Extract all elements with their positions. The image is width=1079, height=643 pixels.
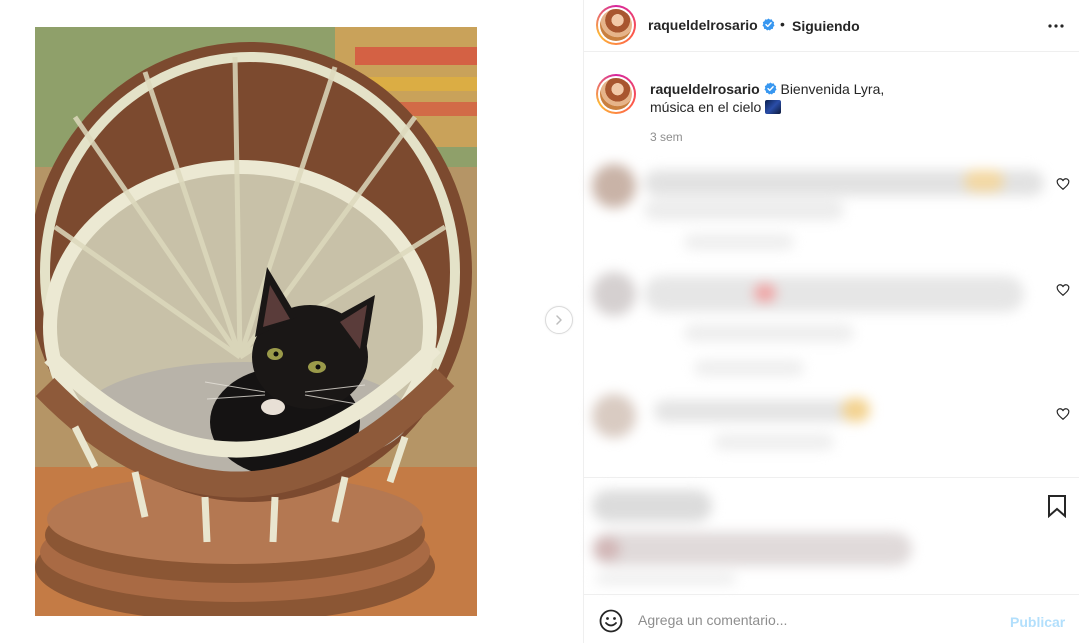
publish-button[interactable]: Publicar bbox=[1010, 614, 1065, 630]
caption-line-1: Bienvenida Lyra, bbox=[780, 81, 885, 97]
caption-line-2-wrap: música en el cielo bbox=[650, 98, 782, 116]
more-options-icon[interactable] bbox=[1047, 17, 1065, 35]
comment-bar: Publicar bbox=[584, 594, 1079, 643]
kitten-basket-illustration bbox=[35, 27, 477, 616]
caption-author-avatar[interactable] bbox=[596, 74, 636, 114]
post-photo[interactable] bbox=[35, 27, 477, 616]
author-username[interactable]: raqueldelrosario bbox=[648, 17, 758, 33]
night-sky-emoji-icon bbox=[765, 100, 782, 114]
post-timestamp[interactable]: 3 sem bbox=[650, 130, 683, 144]
comment-blurred-3 bbox=[584, 390, 1064, 470]
comment-blurred-2 bbox=[584, 268, 1064, 388]
verified-badge-icon bbox=[762, 18, 775, 31]
post-header: raqueldelrosario • Siguiendo bbox=[584, 0, 1079, 52]
caption: raqueldelrosario Bienvenida Lyra, bbox=[650, 80, 1030, 98]
header-separator: • bbox=[780, 16, 785, 32]
comment-blurred-1 bbox=[584, 158, 1064, 268]
actions-blurred bbox=[584, 482, 1024, 587]
bookmark-icon[interactable] bbox=[1046, 494, 1068, 518]
post-info-pane: raqueldelrosario • Siguiendo raqueldelro… bbox=[583, 0, 1079, 643]
verified-badge-icon bbox=[764, 82, 777, 95]
post-actions bbox=[584, 477, 1079, 594]
follow-status-button[interactable]: Siguiendo bbox=[792, 18, 860, 34]
media-pane bbox=[0, 0, 583, 643]
author-avatar[interactable] bbox=[596, 5, 636, 45]
smile-icon[interactable] bbox=[599, 609, 623, 633]
caption-line-2: música en el cielo bbox=[650, 99, 762, 115]
next-photo-button[interactable] bbox=[545, 306, 573, 334]
caption-username[interactable]: raqueldelrosario bbox=[650, 81, 760, 97]
chevron-right-icon bbox=[556, 315, 562, 325]
heart-icon[interactable] bbox=[1056, 283, 1070, 297]
comment-input[interactable] bbox=[638, 608, 998, 632]
heart-icon[interactable] bbox=[1056, 177, 1070, 191]
heart-icon[interactable] bbox=[1056, 407, 1070, 421]
